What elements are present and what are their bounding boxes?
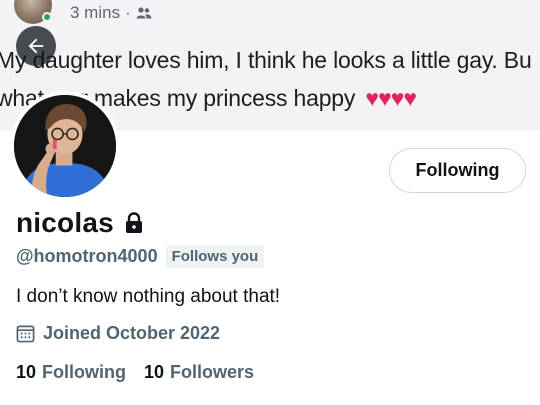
profile-bio: I don’t know nothing about that! xyxy=(16,286,281,307)
followers-count: 10 xyxy=(144,362,165,382)
followers-count-link[interactable]: 10 Followers xyxy=(144,362,254,383)
post-meta-separator: · xyxy=(125,3,131,22)
arrow-left-icon xyxy=(28,38,44,54)
followers-label: Followers xyxy=(170,362,255,382)
follow-stats: 10 Following 10 Followers xyxy=(16,362,254,383)
calendar-icon xyxy=(16,325,35,343)
following-button[interactable]: Following xyxy=(389,148,526,193)
joined-date-row: Joined October 2022 xyxy=(16,323,220,344)
friends-icon xyxy=(136,6,152,20)
joined-date: Joined October 2022 xyxy=(43,323,221,343)
online-status-dot xyxy=(42,12,52,22)
display-name: nicolas xyxy=(16,207,114,238)
post-text-line-1: My daughter loves him, I think he looks … xyxy=(0,47,532,73)
post-time: 3 mins xyxy=(70,3,121,22)
profile-avatar[interactable] xyxy=(10,91,120,201)
handle-row: @homotron4000 Follows you xyxy=(16,245,265,268)
follows-you-badge: Follows you xyxy=(165,245,265,268)
heart-emojis: ♥♥♥♥ xyxy=(365,85,417,111)
back-button[interactable] xyxy=(16,26,56,66)
profile-handle: @homotron4000 xyxy=(16,246,158,266)
avatar-photo xyxy=(14,95,116,197)
profile-name-row: nicolas xyxy=(16,207,144,239)
following-label: Following xyxy=(42,362,127,382)
following-count: 10 xyxy=(16,362,37,382)
lock-icon xyxy=(124,212,144,234)
post-meta: 3 mins · xyxy=(70,3,152,23)
following-count-link[interactable]: 10 Following xyxy=(16,362,126,383)
